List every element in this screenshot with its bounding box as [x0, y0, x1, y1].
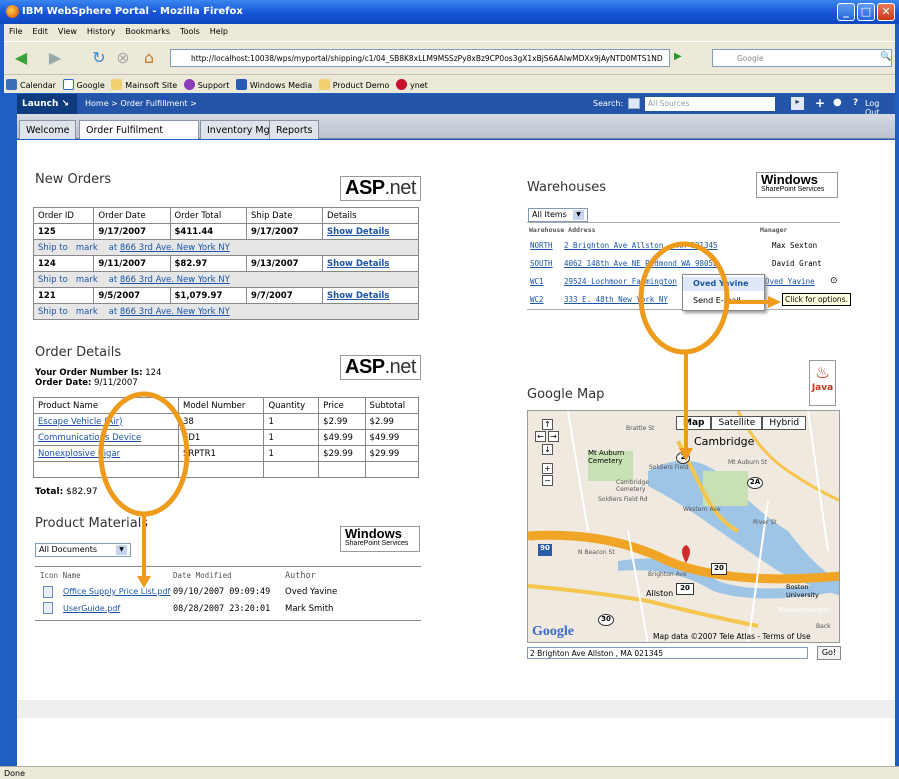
annotation-circle — [638, 241, 730, 355]
status-bar: Done — [0, 766, 899, 779]
annotation-arrowhead — [768, 296, 781, 308]
annotation-arrowhead — [679, 448, 693, 461]
annotation-overlay — [98, 241, 781, 588]
annotation-circle — [98, 391, 190, 517]
annotation-arrowhead — [137, 576, 151, 588]
page-footer-area — [17, 700, 895, 766]
